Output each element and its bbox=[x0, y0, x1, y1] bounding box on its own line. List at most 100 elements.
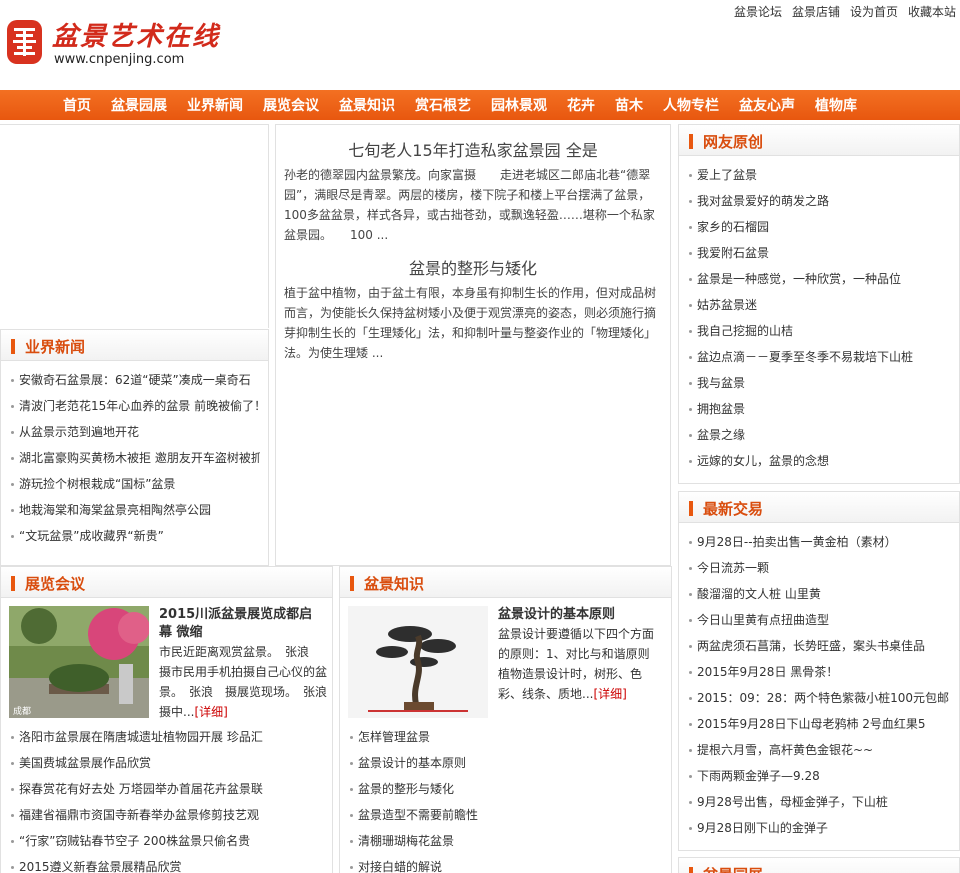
list-item[interactable]: 对接白蜡的解说 bbox=[350, 854, 663, 873]
top-link-bookmark[interactable]: 收藏本站 bbox=[908, 3, 956, 20]
nav-people[interactable]: 人物专栏 bbox=[663, 98, 719, 114]
list-item[interactable]: 2015遵义新春盆景展精品欣赏 bbox=[11, 854, 324, 873]
list-item[interactable]: 两盆虎须石菖蒲，长势旺盛，案头书桌佳品 bbox=[689, 633, 951, 659]
panel-title: 业界新闻 bbox=[25, 338, 86, 356]
nav-garden-exhibit[interactable]: 盆景园展 bbox=[111, 98, 167, 114]
list-item[interactable]: 怎样管理盆景 bbox=[350, 724, 663, 750]
logo-text: 盆景艺术在线 bbox=[52, 22, 221, 52]
list-item[interactable]: 我自己挖掘的山桔 bbox=[689, 318, 951, 344]
header-accent-bar bbox=[689, 867, 693, 873]
site-logo[interactable]: 盆景艺术在线 www.cnpenjing.com bbox=[6, 16, 218, 72]
nav-plant-library[interactable]: 植物库 bbox=[815, 98, 857, 114]
list-item[interactable]: 我爱附石盆景 bbox=[689, 240, 951, 266]
list-item[interactable]: 提根六月雪，高杆黄色金银花~~ bbox=[689, 737, 951, 763]
top-link-forum[interactable]: 盆景论坛 bbox=[734, 3, 782, 20]
list-item[interactable]: 盆景设计的基本原则 bbox=[350, 750, 663, 776]
feature-article: 盆景设计的基本原则 盆景设计要遵循以下四个方面的原则：1、对比与和谐原则 植物造… bbox=[348, 606, 663, 724]
panel-header: 盆景园展 bbox=[679, 858, 959, 873]
list-item[interactable]: 地栽海棠和海棠盆景亮相陶然亭公园 bbox=[11, 497, 260, 523]
panel-header: 展览会议 bbox=[1, 567, 332, 598]
list-item[interactable]: 下雨两颗金弹子—9.28 bbox=[689, 763, 951, 789]
panel-title: 网友原创 bbox=[703, 133, 764, 151]
list-item[interactable]: 9月28日刚下山的金弹子 bbox=[689, 815, 951, 841]
list-item[interactable]: 爱上了盆景 bbox=[689, 162, 951, 188]
header-accent-bar bbox=[689, 501, 693, 516]
panel-header: 最新交易 bbox=[679, 492, 959, 523]
panel-title: 盆景知识 bbox=[364, 575, 425, 593]
list-item[interactable]: 2015年9月28日下山母老鸦柿 2号血红果5 bbox=[689, 711, 951, 737]
list-item[interactable]: 我与盆景 bbox=[689, 370, 951, 396]
panel-title: 最新交易 bbox=[703, 500, 764, 518]
list-item[interactable]: 清波门老范花15年心血养的盆景 前晚被偷了！ bbox=[11, 393, 260, 419]
site-header: 盆景艺术在线 www.cnpenjing.com 盆景论坛 盆景店铺 设为首页 … bbox=[0, 0, 960, 90]
list-item[interactable]: 美国费城盆景展作品欣赏 bbox=[11, 750, 324, 776]
list-item[interactable]: 家乡的石榴园 bbox=[689, 214, 951, 240]
netizen-panel: 网友原创 爱上了盆景 我对盆景爱好的萌发之路 家乡的石榴园 我爱附石盆景 盆景是… bbox=[678, 124, 960, 484]
nav-landscape[interactable]: 园林景观 bbox=[491, 98, 547, 114]
exhibitions-panel: 展览会议 成都 2015川派盆景展览成都启幕 微缩 市民近距离观赏盆景。 张浪 … bbox=[0, 566, 339, 873]
header-accent-bar bbox=[689, 134, 693, 149]
list-item[interactable]: 盆景的整形与矮化 bbox=[350, 776, 663, 802]
list-item[interactable]: 清棚珊瑚梅花盆景 bbox=[350, 828, 663, 854]
list-item[interactable]: 酸溜溜的文人桩 山里黄 bbox=[689, 581, 951, 607]
nav-flowers[interactable]: 花卉 bbox=[567, 98, 595, 114]
list-item[interactable]: 福建省福鼎市资国寺新春举办盆景修剪技艺观 bbox=[11, 802, 324, 828]
nav-stone-root-art[interactable]: 赏石根艺 bbox=[415, 98, 471, 114]
list-item[interactable]: 2015年9月28日 黑骨茶！ bbox=[689, 659, 951, 685]
feature-title[interactable]: 盆景设计的基本原则 bbox=[498, 606, 615, 624]
featured-articles: 七旬老人15年打造私家盆景园 全是 孙老的德翠园内盆景繁茂。向家富摄 走进老城区… bbox=[275, 124, 671, 566]
exhibition-list: 洛阳市盆景展在隋唐城遗址植物园开展 珍品汇 美国费城盆景展作品欣赏 探春赏花有好… bbox=[1, 724, 332, 873]
list-item[interactable]: 今日流苏一颗 bbox=[689, 555, 951, 581]
list-item[interactable]: 2015：09：28：两个特色紫薇小桩100元包邮 bbox=[689, 685, 951, 711]
top-link-shop[interactable]: 盆景店铺 bbox=[792, 3, 840, 20]
nav-exhibitions[interactable]: 展览会议 bbox=[263, 98, 319, 114]
trade-panel: 最新交易 9月28日--拍卖出售一黄金柏（素材） 今日流苏一颗 酸溜溜的文人桩 … bbox=[678, 491, 960, 851]
trade-list: 9月28日--拍卖出售一黄金柏（素材） 今日流苏一颗 酸溜溜的文人桩 山里黄 今… bbox=[679, 523, 959, 841]
feature-title[interactable]: 2015川派盆景展览成都启幕 微缩 bbox=[159, 606, 324, 642]
knowledge-list: 怎样管理盆景 盆景设计的基本原则 盆景的整形与矮化 盆景造型不需要前瞻性 清棚珊… bbox=[340, 724, 671, 873]
list-item[interactable]: 从盆景示范到遍地开花 bbox=[11, 419, 260, 445]
nav-home[interactable]: 首页 bbox=[63, 98, 91, 114]
main-nav: 首页 盆景园展 业界新闻 展览会议 盆景知识 赏石根艺 园林景观 花卉 苗木 人… bbox=[0, 90, 960, 120]
bonsai-photo[interactable] bbox=[348, 606, 488, 718]
panel-title: 展览会议 bbox=[25, 575, 86, 593]
list-item[interactable]: 盆景是一种感觉，一种欣赏，一种品位 bbox=[689, 266, 951, 292]
feature-article: 成都 2015川派盆景展览成都启幕 微缩 市民近距离观赏盆景。 张浪 摄市民用手… bbox=[9, 606, 339, 724]
slideshow-area bbox=[0, 124, 269, 328]
nav-seedlings[interactable]: 苗木 bbox=[615, 98, 643, 114]
list-item[interactable]: 9月28日--拍卖出售一黄金柏（素材） bbox=[689, 529, 951, 555]
list-item[interactable]: 湖北富豪购买黄杨木被拒 邀朋友开车盗树被抓 bbox=[11, 445, 260, 471]
list-item[interactable]: 拥抱盆景 bbox=[689, 396, 951, 422]
nav-industry-news[interactable]: 业界新闻 bbox=[187, 98, 243, 114]
article-title[interactable]: 七旬老人15年打造私家盆景园 全是 bbox=[276, 137, 670, 161]
news-list: 安徽奇石盆景展：62道“硬菜”凑成一桌奇石 清波门老范花15年心血养的盆景 前晚… bbox=[1, 361, 268, 549]
list-item[interactable]: 我对盆景爱好的萌发之路 bbox=[689, 188, 951, 214]
panel-header: 业界新闻 bbox=[1, 330, 268, 361]
list-item[interactable]: 安徽奇石盆景展：62道“硬菜”凑成一桌奇石 bbox=[11, 367, 260, 393]
panel-header: 盆景知识 bbox=[340, 567, 671, 598]
list-item[interactable]: 盆边点滴－－夏季至冬季不易栽培下山桩 bbox=[689, 344, 951, 370]
article-title[interactable]: 盆景的整形与矮化 bbox=[276, 255, 670, 279]
list-item[interactable]: 洛阳市盆景展在隋唐城遗址植物园开展 珍品汇 bbox=[11, 724, 324, 750]
nav-knowledge[interactable]: 盆景知识 bbox=[339, 98, 395, 114]
list-item[interactable]: 姑苏盆景迷 bbox=[689, 292, 951, 318]
header-accent-bar bbox=[11, 339, 15, 354]
top-links: 盆景论坛 盆景店铺 设为首页 收藏本站 bbox=[734, 3, 956, 20]
article-summary: 植于盆中植物，由于盆土有限，本身虽有抑制生长的作用，但对成品树而言，为使能长久保… bbox=[284, 286, 657, 360]
list-item[interactable]: “行家”窃贼钻春节空子 200株盆景只偷名贵 bbox=[11, 828, 324, 854]
svg-text:成都: 成都 bbox=[13, 705, 31, 717]
list-item[interactable]: 9月28号出售，母桠金弹子，下山桩 bbox=[689, 789, 951, 815]
more-link[interactable]: [详细] bbox=[593, 687, 626, 701]
top-link-set-homepage[interactable]: 设为首页 bbox=[850, 3, 898, 20]
industry-news-panel: 业界新闻 安徽奇石盆景展：62道“硬菜”凑成一桌奇石 清波门老范花15年心血养的… bbox=[0, 329, 269, 566]
list-item[interactable]: “文玩盆景”成收藏界“新贵” bbox=[11, 523, 260, 549]
exhibition-photo[interactable]: 成都 bbox=[9, 606, 149, 718]
list-item[interactable]: 盆景造型不需要前瞻性 bbox=[350, 802, 663, 828]
more-link[interactable]: [详细] bbox=[194, 705, 227, 719]
list-item[interactable]: 远嫁的女儿，盆景的念想 bbox=[689, 448, 951, 474]
list-item[interactable]: 探春赏花有好去处 万塔园举办首届花卉盆景联 bbox=[11, 776, 324, 802]
list-item[interactable]: 盆景之缘 bbox=[689, 422, 951, 448]
nav-friends-voice[interactable]: 盆友心声 bbox=[739, 98, 795, 114]
list-item[interactable]: 游玩捡个树根栽成“国标”盆景 bbox=[11, 471, 260, 497]
list-item[interactable]: 今日山里黄有点扭曲造型 bbox=[689, 607, 951, 633]
